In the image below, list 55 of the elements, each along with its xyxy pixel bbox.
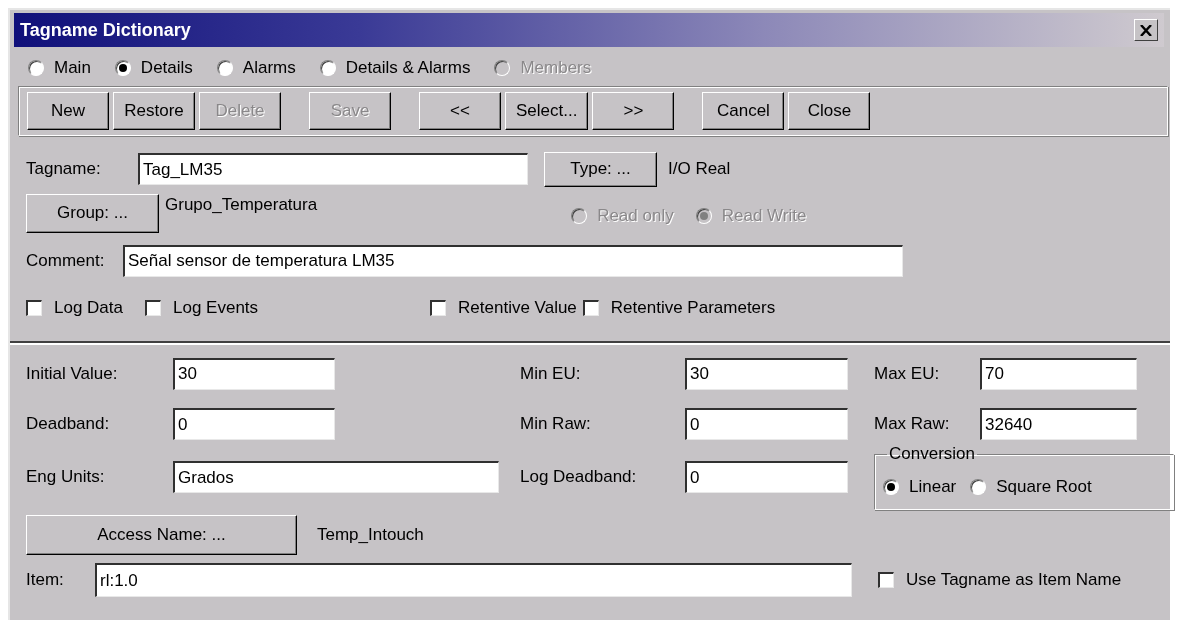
- field-label: Min Raw:: [520, 414, 592, 434]
- toolbar-button[interactable]: Close: [788, 92, 871, 130]
- value-field[interactable]: 0: [685, 408, 848, 440]
- comment-field[interactable]: Señal sensor de temperatura LM35: [123, 244, 903, 277]
- field-label: Eng Units:: [26, 467, 106, 487]
- toolbar-button[interactable]: Select...: [505, 92, 589, 130]
- conversion-title: Conversion: [888, 444, 976, 464]
- radio-icon[interactable]: [114, 60, 131, 76]
- field-label: Initial Value:: [26, 363, 119, 384]
- value-field[interactable]: 30: [685, 357, 848, 390]
- flag-checkbox[interactable]: Retentive Parameters: [582, 298, 776, 318]
- conversion-option[interactable]: Linear: [883, 476, 957, 497]
- type-value: I/O Real: [668, 159, 731, 179]
- field-label: Max Raw:: [874, 414, 951, 434]
- conversion-option[interactable]: Square Root: [970, 476, 1092, 497]
- flag-checkbox[interactable]: Log Data: [26, 298, 123, 318]
- view-option[interactable]: Alarms: [216, 56, 296, 80]
- value-field[interactable]: Grados: [173, 461, 499, 493]
- use-tagname-checkbox[interactable]: Use Tagname as Item Name: [878, 570, 1122, 590]
- type-button[interactable]: Type: ...: [544, 151, 657, 187]
- flag-checkbox[interactable]: Retentive Value: [430, 298, 577, 318]
- toolbar-button[interactable]: Cancel: [702, 92, 785, 130]
- field-label: Log Deadband:: [520, 467, 638, 487]
- field-label: Max EU:: [874, 363, 941, 384]
- toolbar-button[interactable]: New: [27, 92, 109, 130]
- radio-icon[interactable]: [216, 60, 233, 76]
- access-name-button[interactable]: Access Name: ...: [26, 515, 297, 555]
- group-value: Grupo_Temperatura: [165, 195, 318, 215]
- toolbar-button[interactable]: <<: [419, 92, 501, 130]
- toolbar-button[interactable]: >>: [592, 92, 675, 130]
- close-icon: [1140, 24, 1152, 36]
- value-field[interactable]: 0: [685, 461, 848, 493]
- radio-icon[interactable]: [970, 478, 987, 495]
- tagname-label: Tagname:: [26, 159, 102, 179]
- radio-icon[interactable]: [28, 60, 44, 76]
- toolbar-button[interactable]: Restore: [113, 92, 195, 130]
- access-name-value: Temp_Intouch: [317, 525, 424, 545]
- value-field[interactable]: 70: [980, 357, 1137, 390]
- field-label: Deadband:: [26, 414, 111, 434]
- flag-checkbox[interactable]: Log Events: [145, 298, 259, 318]
- view-option[interactable]: Details: [114, 56, 193, 80]
- value-field[interactable]: 0: [173, 408, 335, 440]
- item-label: Item:: [26, 570, 65, 590]
- view-option[interactable]: Details & Alarms: [319, 56, 471, 80]
- value-field[interactable]: 30: [173, 357, 335, 390]
- comment-label: Comment:: [26, 250, 106, 271]
- close-button[interactable]: [1134, 19, 1158, 41]
- tagname-field[interactable]: Tag_LM35: [138, 153, 528, 185]
- radio-icon[interactable]: [319, 60, 336, 76]
- group-button[interactable]: Group: ...: [26, 193, 159, 233]
- view-option[interactable]: Main: [28, 56, 91, 80]
- field-label: Min EU:: [520, 363, 582, 384]
- value-field[interactable]: 32640: [980, 408, 1137, 440]
- item-field[interactable]: rl:1.0: [95, 563, 852, 597]
- window-title: Tagname Dictionary: [20, 19, 191, 41]
